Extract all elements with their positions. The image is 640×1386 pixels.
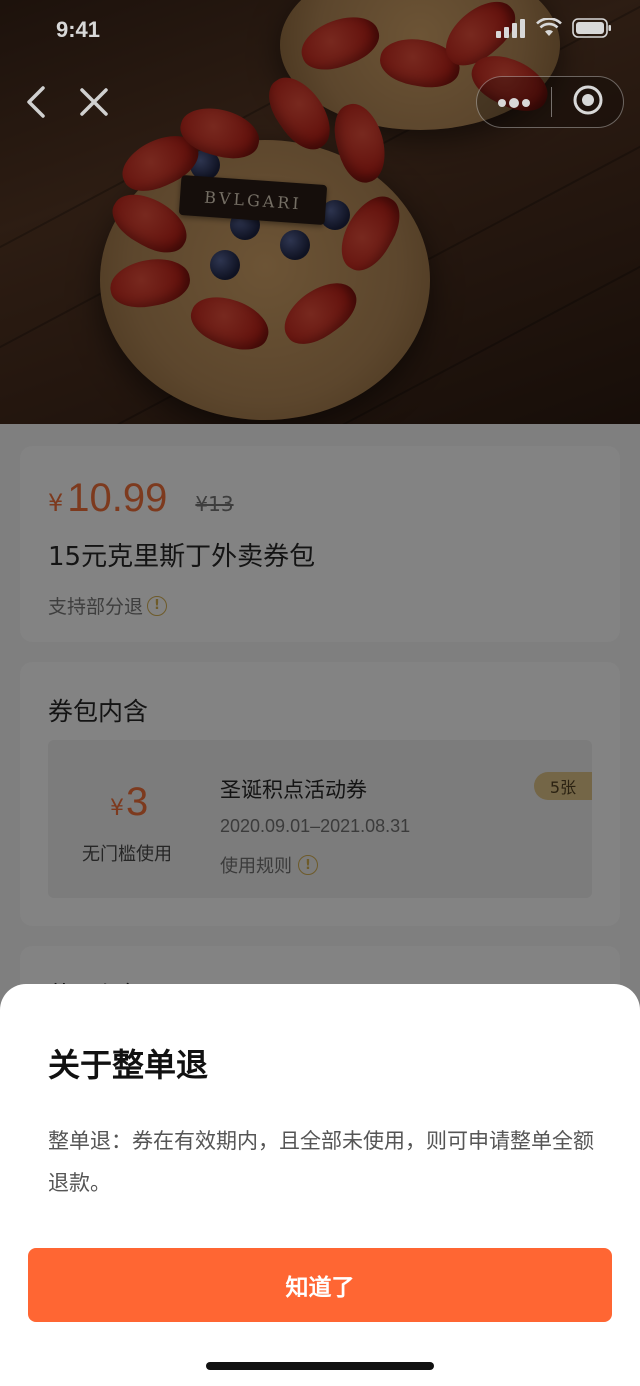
signal-icon (496, 18, 526, 42)
voucher-validity: 2020.09.01–2021.08.31 (220, 816, 411, 836)
more-icon (497, 93, 531, 112)
close-icon (79, 87, 109, 121)
voucher-count-badge: 5张 (534, 772, 592, 800)
back-button[interactable] (16, 84, 56, 124)
voucher-condition: 无门槛使用 (82, 844, 172, 865)
wifi-icon (536, 17, 562, 42)
refund-hint-label: 支持部分退 (48, 596, 144, 618)
info-icon[interactable]: ! (147, 595, 168, 616)
status-bar: 9:41 (0, 0, 640, 60)
price-row: ¥ 10.99 ¥13 (48, 476, 234, 521)
sheet-body: 整单退：券在有效期内，且全部未使用，则可申请整单全额退款。 (48, 1129, 594, 1195)
original-price: ¥13 (195, 492, 234, 516)
voucher-item: ¥ 3 无门槛使用 圣诞积点活动券 2020.09.01–2021.08.31 … (48, 740, 592, 898)
miniprogram-capsule (476, 76, 624, 128)
refund-hint[interactable]: 支持部分退 ! (48, 592, 168, 619)
current-price: 10.99 (67, 476, 168, 520)
info-icon: ! (298, 855, 318, 875)
home-indicator (206, 1362, 434, 1370)
voucher-rules-label: 使用规则 (220, 856, 292, 877)
close-button[interactable] (74, 84, 114, 124)
voucher-amount: ¥ 3 (110, 780, 148, 825)
pack-title: 券包内含 (48, 697, 149, 726)
status-time: 9:41 (56, 17, 101, 42)
got-it-button[interactable]: 知道了 (28, 1248, 612, 1322)
product-title: 15元克里斯丁外卖券包 (48, 542, 316, 572)
target-icon (572, 84, 604, 120)
voucher-currency: ¥ (110, 796, 124, 821)
price-currency: ¥ (48, 489, 64, 517)
battery-icon (572, 18, 612, 42)
refund-info-sheet: 关于整单退 整单退：券在有效期内，且全部未使用，则可申请整单全额退款。 知道了 (0, 984, 640, 1386)
more-button[interactable] (477, 77, 551, 127)
price-card: ¥ 10.99 ¥13 15元克里斯丁外卖券包 支持部分退 ! (20, 446, 620, 642)
back-icon (24, 85, 48, 123)
exit-miniprogram-button[interactable] (552, 77, 623, 127)
voucher-rules-link[interactable]: 使用规则 ! (220, 852, 318, 878)
voucher-name: 圣诞积点活动券 (220, 778, 367, 802)
product-hero-image: BVLGARI (0, 0, 640, 424)
sheet-title: 关于整单退 (48, 1046, 209, 1084)
voucher-value: 3 (126, 780, 149, 824)
